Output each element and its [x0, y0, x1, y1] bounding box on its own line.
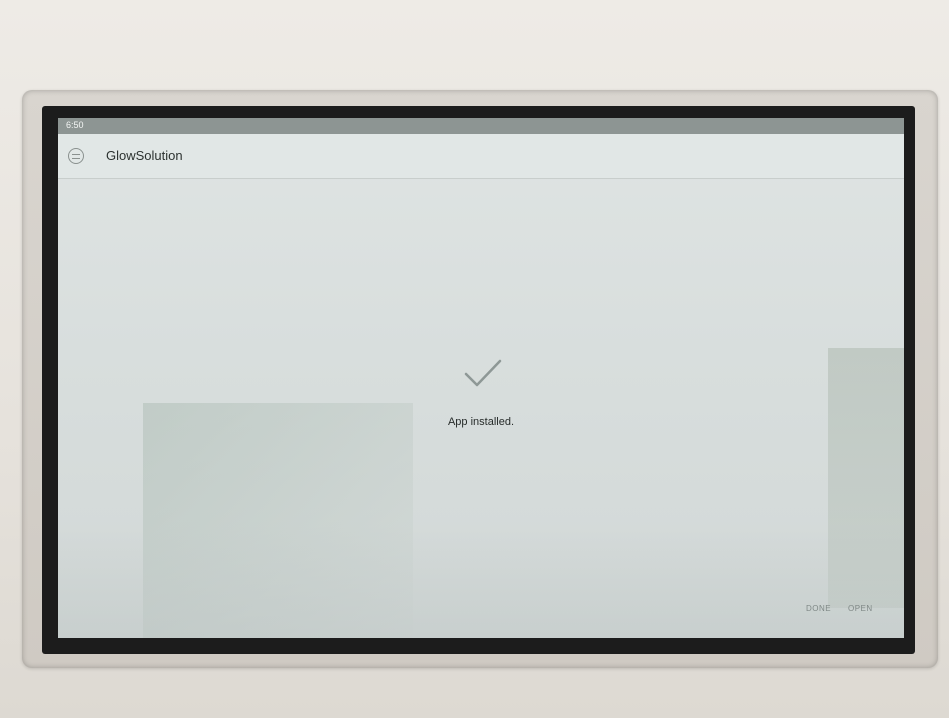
- open-button[interactable]: OPEN: [848, 604, 873, 613]
- screen-reflection: [828, 348, 904, 608]
- app-logo-icon-mark: [72, 153, 80, 159]
- status-bar: 6:50: [58, 118, 904, 134]
- app-logo-icon: [68, 148, 84, 164]
- screen-reflection: [58, 523, 904, 638]
- status-time: 6:50: [66, 120, 84, 130]
- done-button[interactable]: DONE: [806, 604, 831, 613]
- app-title: GlowSolution: [106, 148, 183, 163]
- install-status-message: App installed.: [447, 416, 515, 428]
- checkmark-icon: [464, 359, 502, 387]
- app-bar: GlowSolution: [58, 134, 904, 179]
- screen: 6:50 GlowSolution App installed. DONE OP…: [58, 118, 904, 638]
